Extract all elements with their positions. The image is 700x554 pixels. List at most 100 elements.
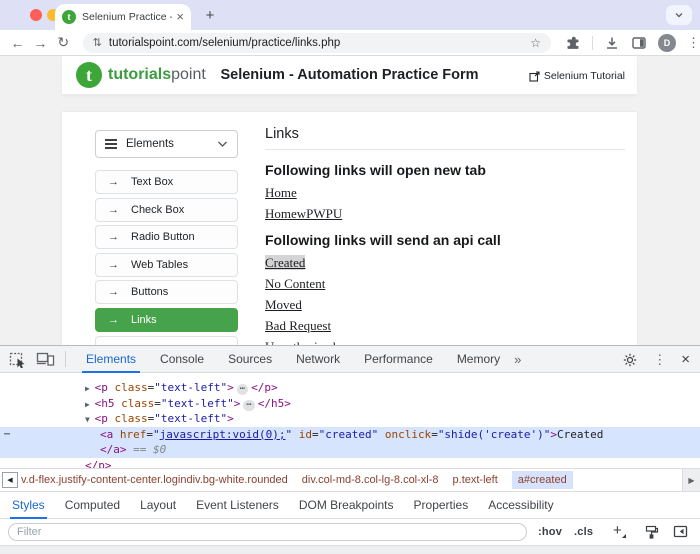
toolbar-actions: D ⋮ [565, 34, 700, 52]
devtools-close-icon[interactable]: × [681, 352, 690, 367]
close-window-button[interactable] [30, 9, 42, 21]
extensions-icon[interactable] [565, 35, 581, 51]
browser-window: t Selenium Practice - Links × + ← → ↻ ⇅ … [0, 0, 700, 554]
dom-tree-row[interactable]: ▶ <p class="text-left">⋯</p> [0, 380, 700, 396]
styles-filter-row: :hov .cls + [0, 519, 700, 545]
tab-close-icon[interactable]: × [176, 11, 184, 23]
inspect-element-icon[interactable] [9, 351, 27, 368]
code-token-str: "text-left" [154, 412, 227, 425]
sidebar-item-text-box[interactable]: →Text Box [95, 170, 238, 194]
tab-search-button[interactable] [666, 5, 692, 25]
devtools-tab-elements[interactable]: Elements [74, 346, 148, 373]
selenium-tutorial-link[interactable]: Selenium Tutorial [529, 70, 625, 82]
sidebar-item-radio-button[interactable]: →Radio Button [95, 225, 238, 249]
device-toolbar-icon[interactable] [36, 351, 55, 367]
toggle-element-state-button[interactable]: :hov [538, 526, 562, 538]
breadcrumb-scroll-right-icon[interactable]: ▶ [682, 469, 700, 491]
breadcrumb-item-p-text-left[interactable]: p.text-left [453, 474, 498, 486]
arrow-right-icon: → [108, 286, 119, 298]
dom-tree-row[interactable]: </p> [0, 458, 700, 469]
bookmark-star-icon[interactable]: ☆ [530, 36, 541, 50]
code-token-tag: > [234, 397, 241, 410]
dom-tree-row[interactable]: </a> == $0 [0, 442, 700, 458]
browser-menu-icon[interactable]: ⋮ [687, 35, 700, 51]
page-link-no-content[interactable]: No Content [265, 276, 325, 291]
panel-tab-layout[interactable]: Layout [130, 492, 186, 519]
download-icon[interactable] [604, 35, 620, 51]
link-row: Home [265, 184, 625, 199]
tab-strip: t Selenium Practice - Links × + [0, 0, 700, 30]
page-link-home[interactable]: Home [265, 185, 297, 200]
code-token-tag: </p> [251, 381, 278, 394]
back-icon[interactable]: ← [6, 35, 29, 51]
more-tabs-icon[interactable]: » [514, 352, 521, 367]
page-header: t tutorialspoint Selenium - Automation P… [62, 56, 637, 95]
page-link-bad-request[interactable]: Bad Request [265, 318, 331, 333]
code-token-att: onclick [378, 428, 431, 441]
url-text: tutorialspoint.com/selenium/practice/lin… [109, 37, 340, 49]
content-heading: Links [265, 126, 625, 142]
dom-tree-row[interactable]: ▶ <h5 class="text-left">⋯</h5> [0, 396, 700, 412]
arrow-right-icon: → [108, 259, 119, 271]
code-token-att: class [115, 397, 155, 410]
breadcrumb-item-v-d-flex-justify-con[interactable]: v.d-flex.justify-content-center.logindiv… [21, 474, 288, 486]
address-bar[interactable]: ⇅ tutorialspoint.com/selenium/practice/l… [83, 33, 551, 53]
page-link-homewpwpu[interactable]: HomewPWPU [265, 206, 342, 221]
reload-icon[interactable]: ↻ [52, 34, 75, 51]
devtools-tab-console[interactable]: Console [148, 346, 216, 373]
panel-tab-computed[interactable]: Computed [55, 492, 130, 519]
sidebar-item-buttons[interactable]: →Buttons [95, 280, 238, 304]
settings-gear-icon[interactable] [622, 352, 638, 368]
sidebar-header[interactable]: Elements [95, 130, 238, 158]
forward-icon[interactable]: → [29, 35, 52, 51]
toolbar-divider [65, 351, 66, 367]
code-token-dots: ⋯ [243, 400, 254, 411]
row-options-icon[interactable]: ⋯ [4, 427, 10, 443]
dom-tree-row[interactable]: ⋯<a href="javascript:void(0);" id="creat… [0, 427, 700, 443]
styles-filter-input[interactable] [8, 523, 527, 541]
section-title-api-call: Following links will send an api call [265, 232, 625, 248]
panel-tab-styles[interactable]: Styles [2, 492, 55, 519]
site-info-icon[interactable]: ⇅ [93, 36, 102, 49]
rendering-emulations-icon[interactable] [644, 525, 659, 539]
devtools-actions: ⋮ × [622, 346, 690, 373]
devtools-tab-performance[interactable]: Performance [352, 346, 445, 373]
devtools-tab-sources[interactable]: Sources [216, 346, 284, 373]
sidebar-item-web-tables[interactable]: →Web Tables [95, 253, 238, 277]
page-link-created[interactable]: Created [265, 255, 305, 270]
profile-avatar[interactable]: D [658, 34, 676, 52]
new-style-rule-icon[interactable]: + [613, 523, 622, 539]
chevron-down-icon [674, 10, 684, 20]
breadcrumb-scroll-left-icon[interactable]: ◀ [2, 472, 18, 488]
side-panel-icon[interactable] [631, 35, 647, 51]
sidebar-item-check-box[interactable]: →Check Box [95, 198, 238, 222]
sidebar-item-links[interactable]: →Links [95, 308, 238, 332]
dom-tree-row[interactable]: ▼ <p class="text-left"> [0, 411, 700, 427]
devtools-tab-memory[interactable]: Memory [445, 346, 512, 373]
page-link-moved[interactable]: Moved [265, 297, 302, 312]
toggle-class-button[interactable]: .cls [574, 526, 593, 538]
panel-tab-accessibility[interactable]: Accessibility [478, 492, 563, 519]
devtools-menu-icon[interactable]: ⋮ [653, 352, 666, 368]
panel-tab-properties[interactable]: Properties [404, 492, 479, 519]
breadcrumb-item-div-col-md-8-col-lg[interactable]: div.col-md-8.col-lg-8.col-xl-8 [302, 474, 439, 486]
tutorialspoint-logo[interactable]: t [76, 62, 102, 88]
new-tab-button[interactable]: + [200, 6, 220, 26]
panel-tab-dom-breakpoints[interactable]: DOM Breakpoints [289, 492, 404, 519]
sidebar-item-label: Radio Button [131, 231, 195, 243]
code-token-eq: = [312, 428, 319, 441]
panel-tab-event-listeners[interactable]: Event Listeners [186, 492, 289, 519]
computed-sidebar-toggle-icon[interactable] [673, 525, 688, 538]
breadcrumb-item-a-created[interactable]: a#created [512, 471, 573, 489]
code-token-meta: == $0 [127, 443, 167, 456]
code-token-tog: ▶ [85, 384, 95, 393]
code-token-str: " [153, 428, 160, 441]
code-token-str: "text-left" [154, 381, 227, 394]
brand-bold: tutorials [108, 66, 171, 83]
browser-tab[interactable]: t Selenium Practice - Links × [55, 4, 191, 30]
link-row: Created [265, 254, 625, 269]
brand-text[interactable]: tutorialspoint [108, 66, 206, 84]
code-token-tag: > [227, 381, 234, 394]
code-token-tag: <p [95, 381, 108, 394]
devtools-tab-network[interactable]: Network [284, 346, 352, 373]
